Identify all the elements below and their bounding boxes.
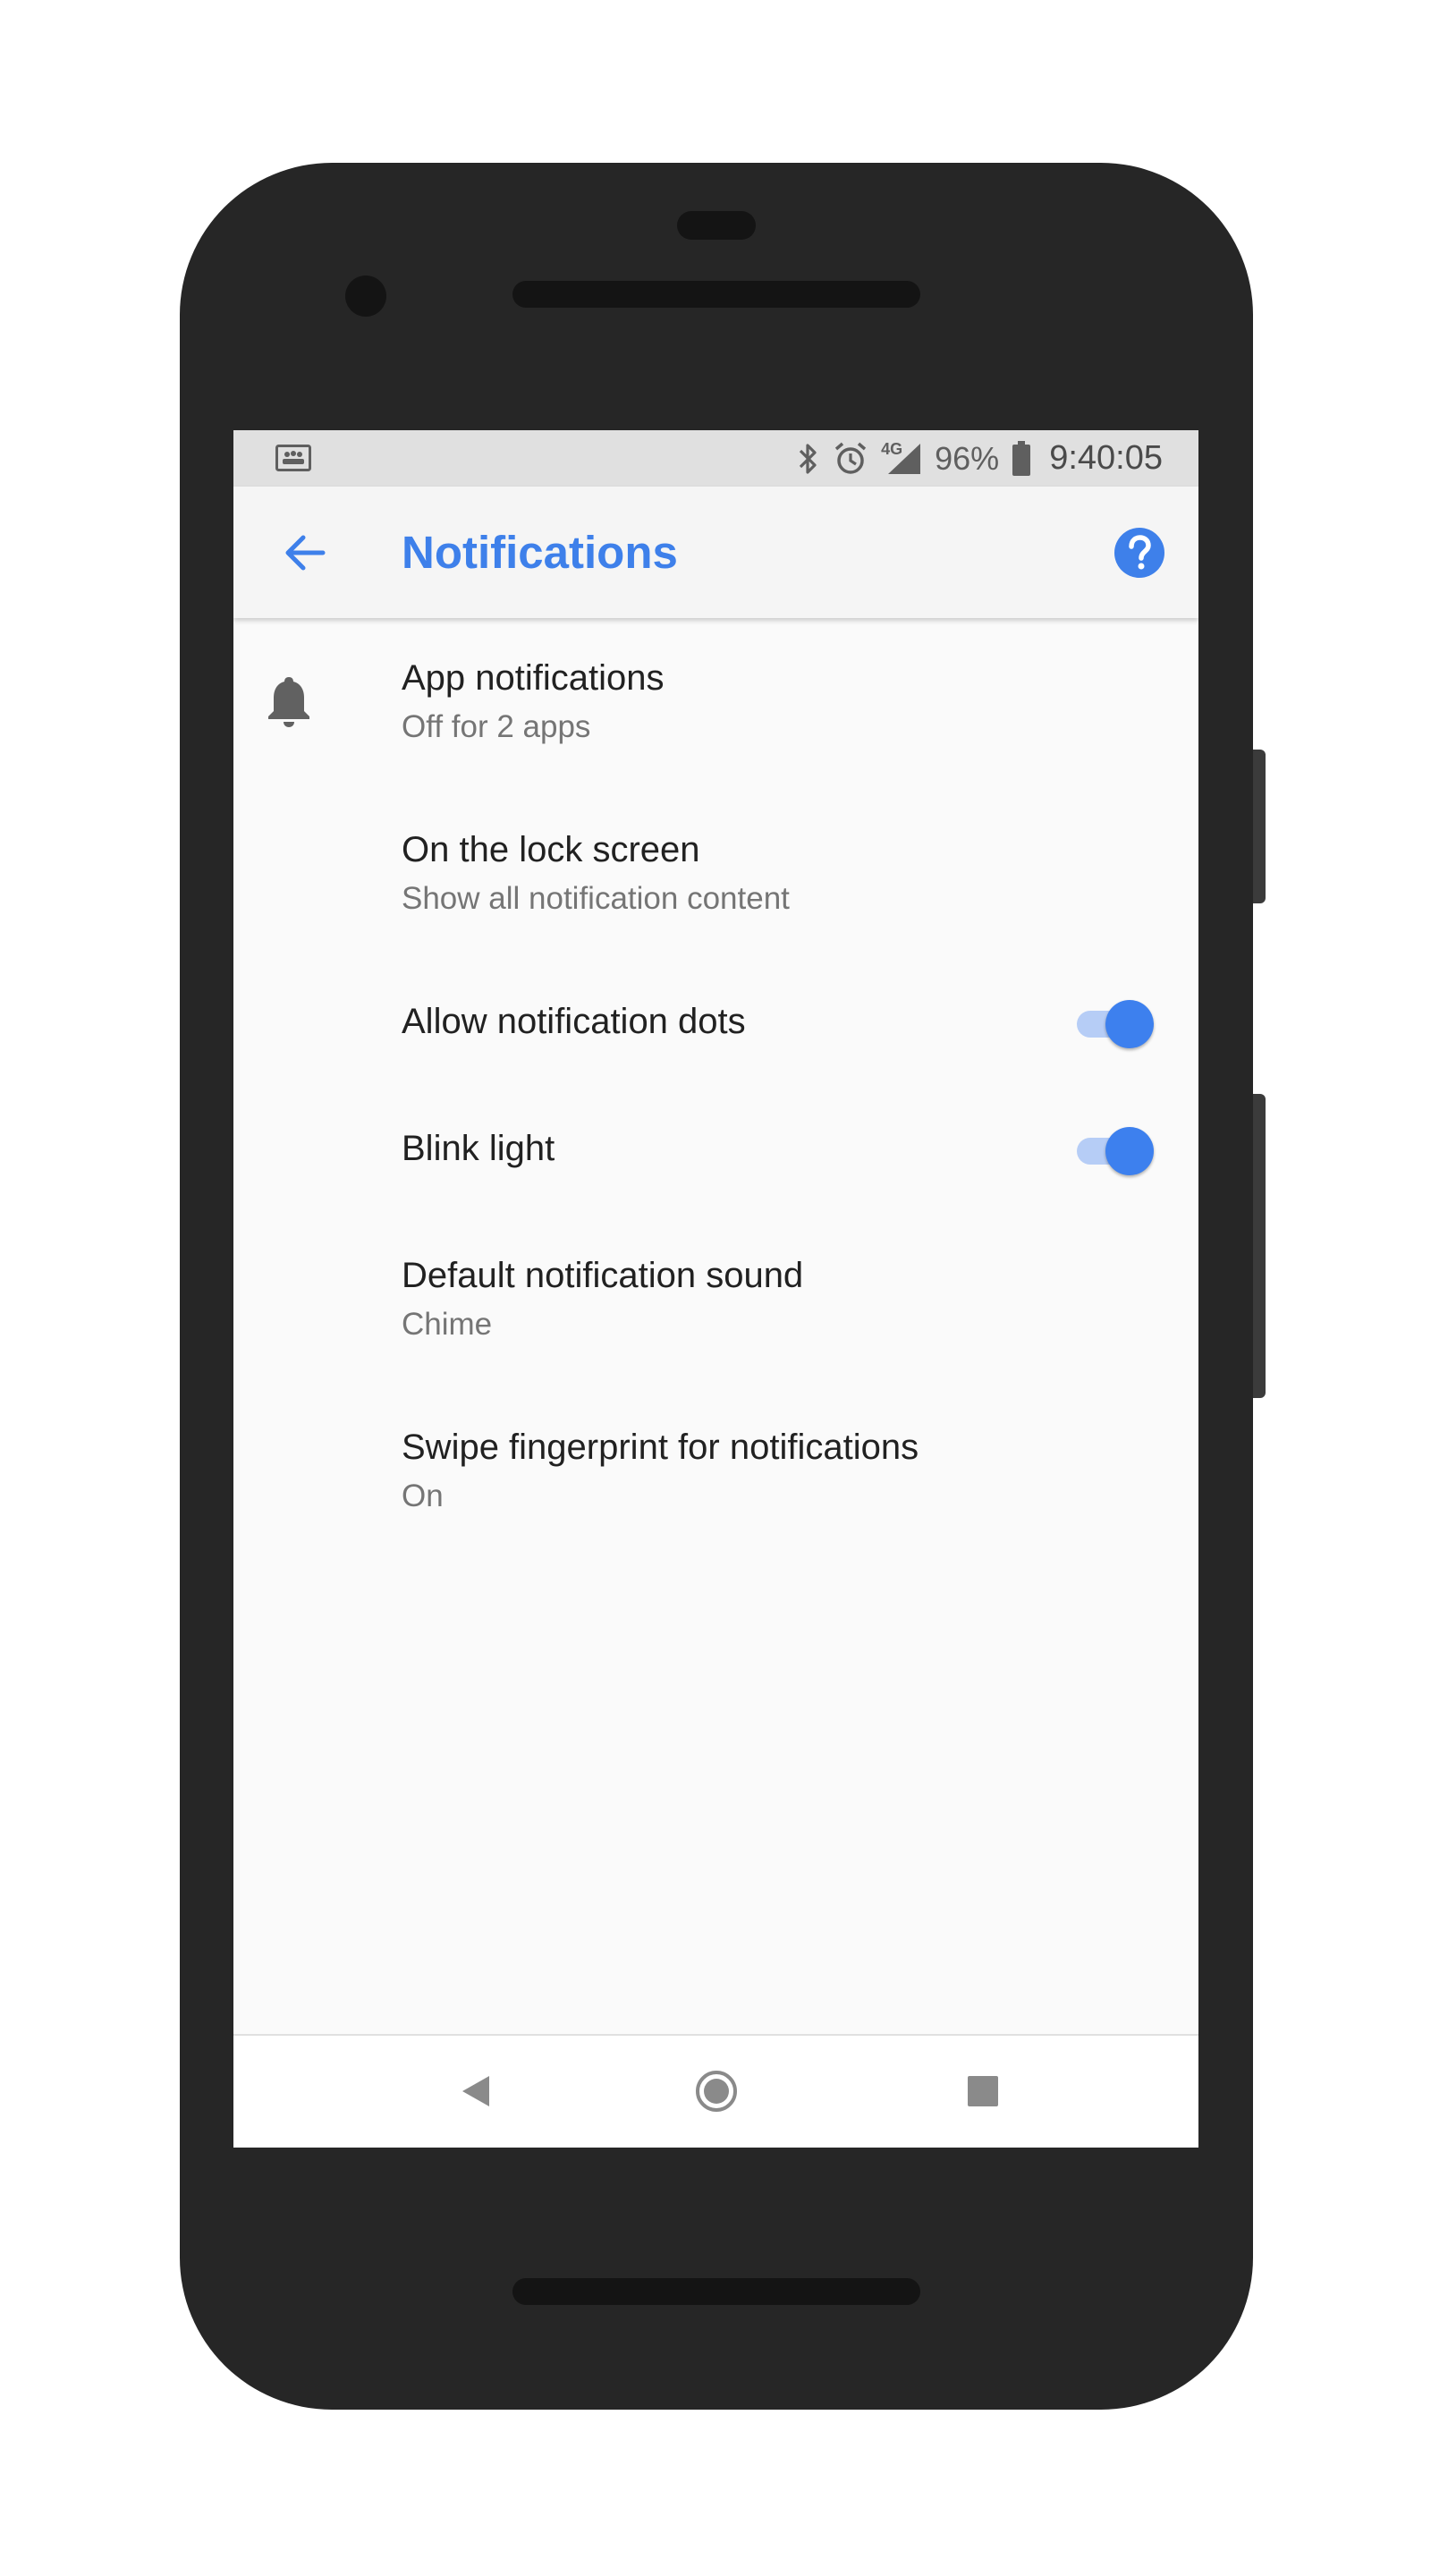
status-icons: 4G 96% 9:40:05 [797,430,1163,487]
alarm-icon [833,441,868,477]
setting-subtitle: Chime [402,1307,493,1342]
signal-icon: 4G [881,440,922,476]
battery-percent: 96% [935,439,1000,477]
setting-subtitle: On [402,1479,444,1513]
setting-subtitle: Show all notification content [402,881,790,916]
toggle-thumb [1105,1127,1154,1175]
setting-title: Blink light [402,1129,555,1168]
back-arrow-icon[interactable] [269,517,341,589]
nav-recents-icon[interactable] [954,2063,1012,2120]
battery-icon [1012,440,1031,477]
nav-home-icon[interactable] [688,2063,745,2120]
setting-swipe-fingerprint[interactable]: Swipe fingerprint for notifications On [233,1387,1198,1559]
status-bar: 4G 96% 9:40:05 [233,430,1198,487]
setting-app-notifications[interactable]: App notifications Off for 2 apps [233,618,1198,790]
blink-light-toggle[interactable] [1077,1124,1154,1178]
setting-title: Default notification sound [402,1256,804,1295]
notification-dots-toggle[interactable] [1077,997,1154,1051]
front-camera [345,275,386,317]
setting-title: On the lock screen [402,830,700,869]
app-bar: Notifications [233,487,1198,618]
bell-icon [266,674,312,727]
screen: 4G 96% 9:40:05 Notifications App notific… [233,430,1198,2148]
bottom-speaker [512,2278,920,2305]
setting-title: Allow notification dots [402,1002,746,1041]
setting-notification-dots[interactable]: Allow notification dots [233,962,1198,1089]
nav-back-icon[interactable] [447,2063,504,2120]
proximity-sensor [677,211,756,240]
help-icon[interactable] [1113,526,1166,580]
earpiece-speaker [512,281,920,308]
setting-title: App notifications [402,658,665,698]
page-title: Notifications [402,527,678,578]
setting-blink-light[interactable]: Blink light [233,1089,1198,1216]
setting-title: Swipe fingerprint for notifications [402,1428,919,1467]
setting-lock-screen[interactable]: On the lock screen Show all notification… [233,790,1198,962]
toggle-thumb [1105,1000,1154,1048]
bluetooth-icon [797,442,820,476]
gallery-notification-icon [275,445,311,471]
clock: 9:40:05 [1049,439,1163,477]
volume-button [1253,1094,1266,1398]
network-type: 4G [881,440,903,458]
setting-default-sound[interactable]: Default notification sound Chime [233,1216,1198,1387]
navigation-bar [233,2034,1198,2148]
power-button [1253,750,1266,903]
setting-subtitle: Off for 2 apps [402,709,591,744]
